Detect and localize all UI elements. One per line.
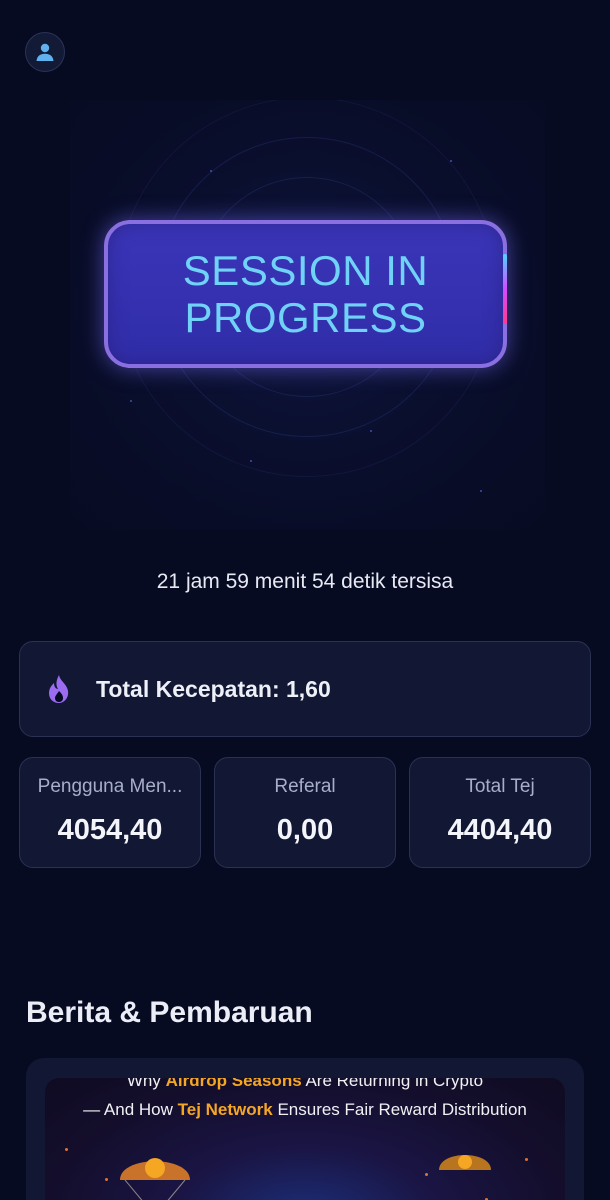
stat-value: 4054,40 (57, 814, 163, 846)
stat-card-active-users: Pengguna Men... 4054,40 (19, 757, 201, 868)
stat-label: Referal (274, 776, 336, 797)
headline-highlight: Tej Network (177, 1100, 273, 1119)
session-status-button[interactable]: SESSION IN PROGRESS (104, 220, 507, 368)
headline-text: Why (126, 1078, 166, 1090)
stat-value: 0,00 (276, 814, 334, 846)
session-status-label: SESSION IN PROGRESS (182, 247, 429, 341)
parachute-icon (439, 1155, 491, 1170)
stat-card-total-tej: Total Tej 4404,40 (409, 757, 591, 868)
news-section-title: Berita & Pembaruan (26, 996, 313, 1029)
stat-value: 4404,40 (447, 814, 553, 846)
top-bar (0, 0, 610, 100)
headline-text: Ensures Fair Reward Distribution (272, 1100, 527, 1119)
stat-label: Pengguna Men... (37, 776, 183, 797)
headline-text: Are Returning in Crypto (301, 1078, 484, 1090)
total-speed-label: Total Kecepatan: 1,60 (96, 675, 331, 702)
total-speed-card: Total Kecepatan: 1,60 (19, 641, 591, 737)
headline-highlight: Airdrop Seasons (165, 1078, 302, 1090)
profile-button[interactable] (25, 32, 65, 72)
stat-label: Total Tej (465, 776, 535, 797)
user-avatar-icon (36, 43, 54, 61)
session-timer: 21 jam 59 menit 54 detik tersisa (156, 570, 454, 593)
parachute-icon (120, 1158, 190, 1200)
headline-text: — And How (83, 1100, 178, 1119)
flame-icon (49, 675, 69, 703)
news-image[interactable]: Why Airdrop Seasons Are Returning in Cry… (45, 1078, 565, 1200)
stat-card-referral: Referal 0,00 (214, 757, 396, 868)
news-headline: Why Airdrop Seasons Are Returning in Cry… (45, 1078, 565, 1124)
